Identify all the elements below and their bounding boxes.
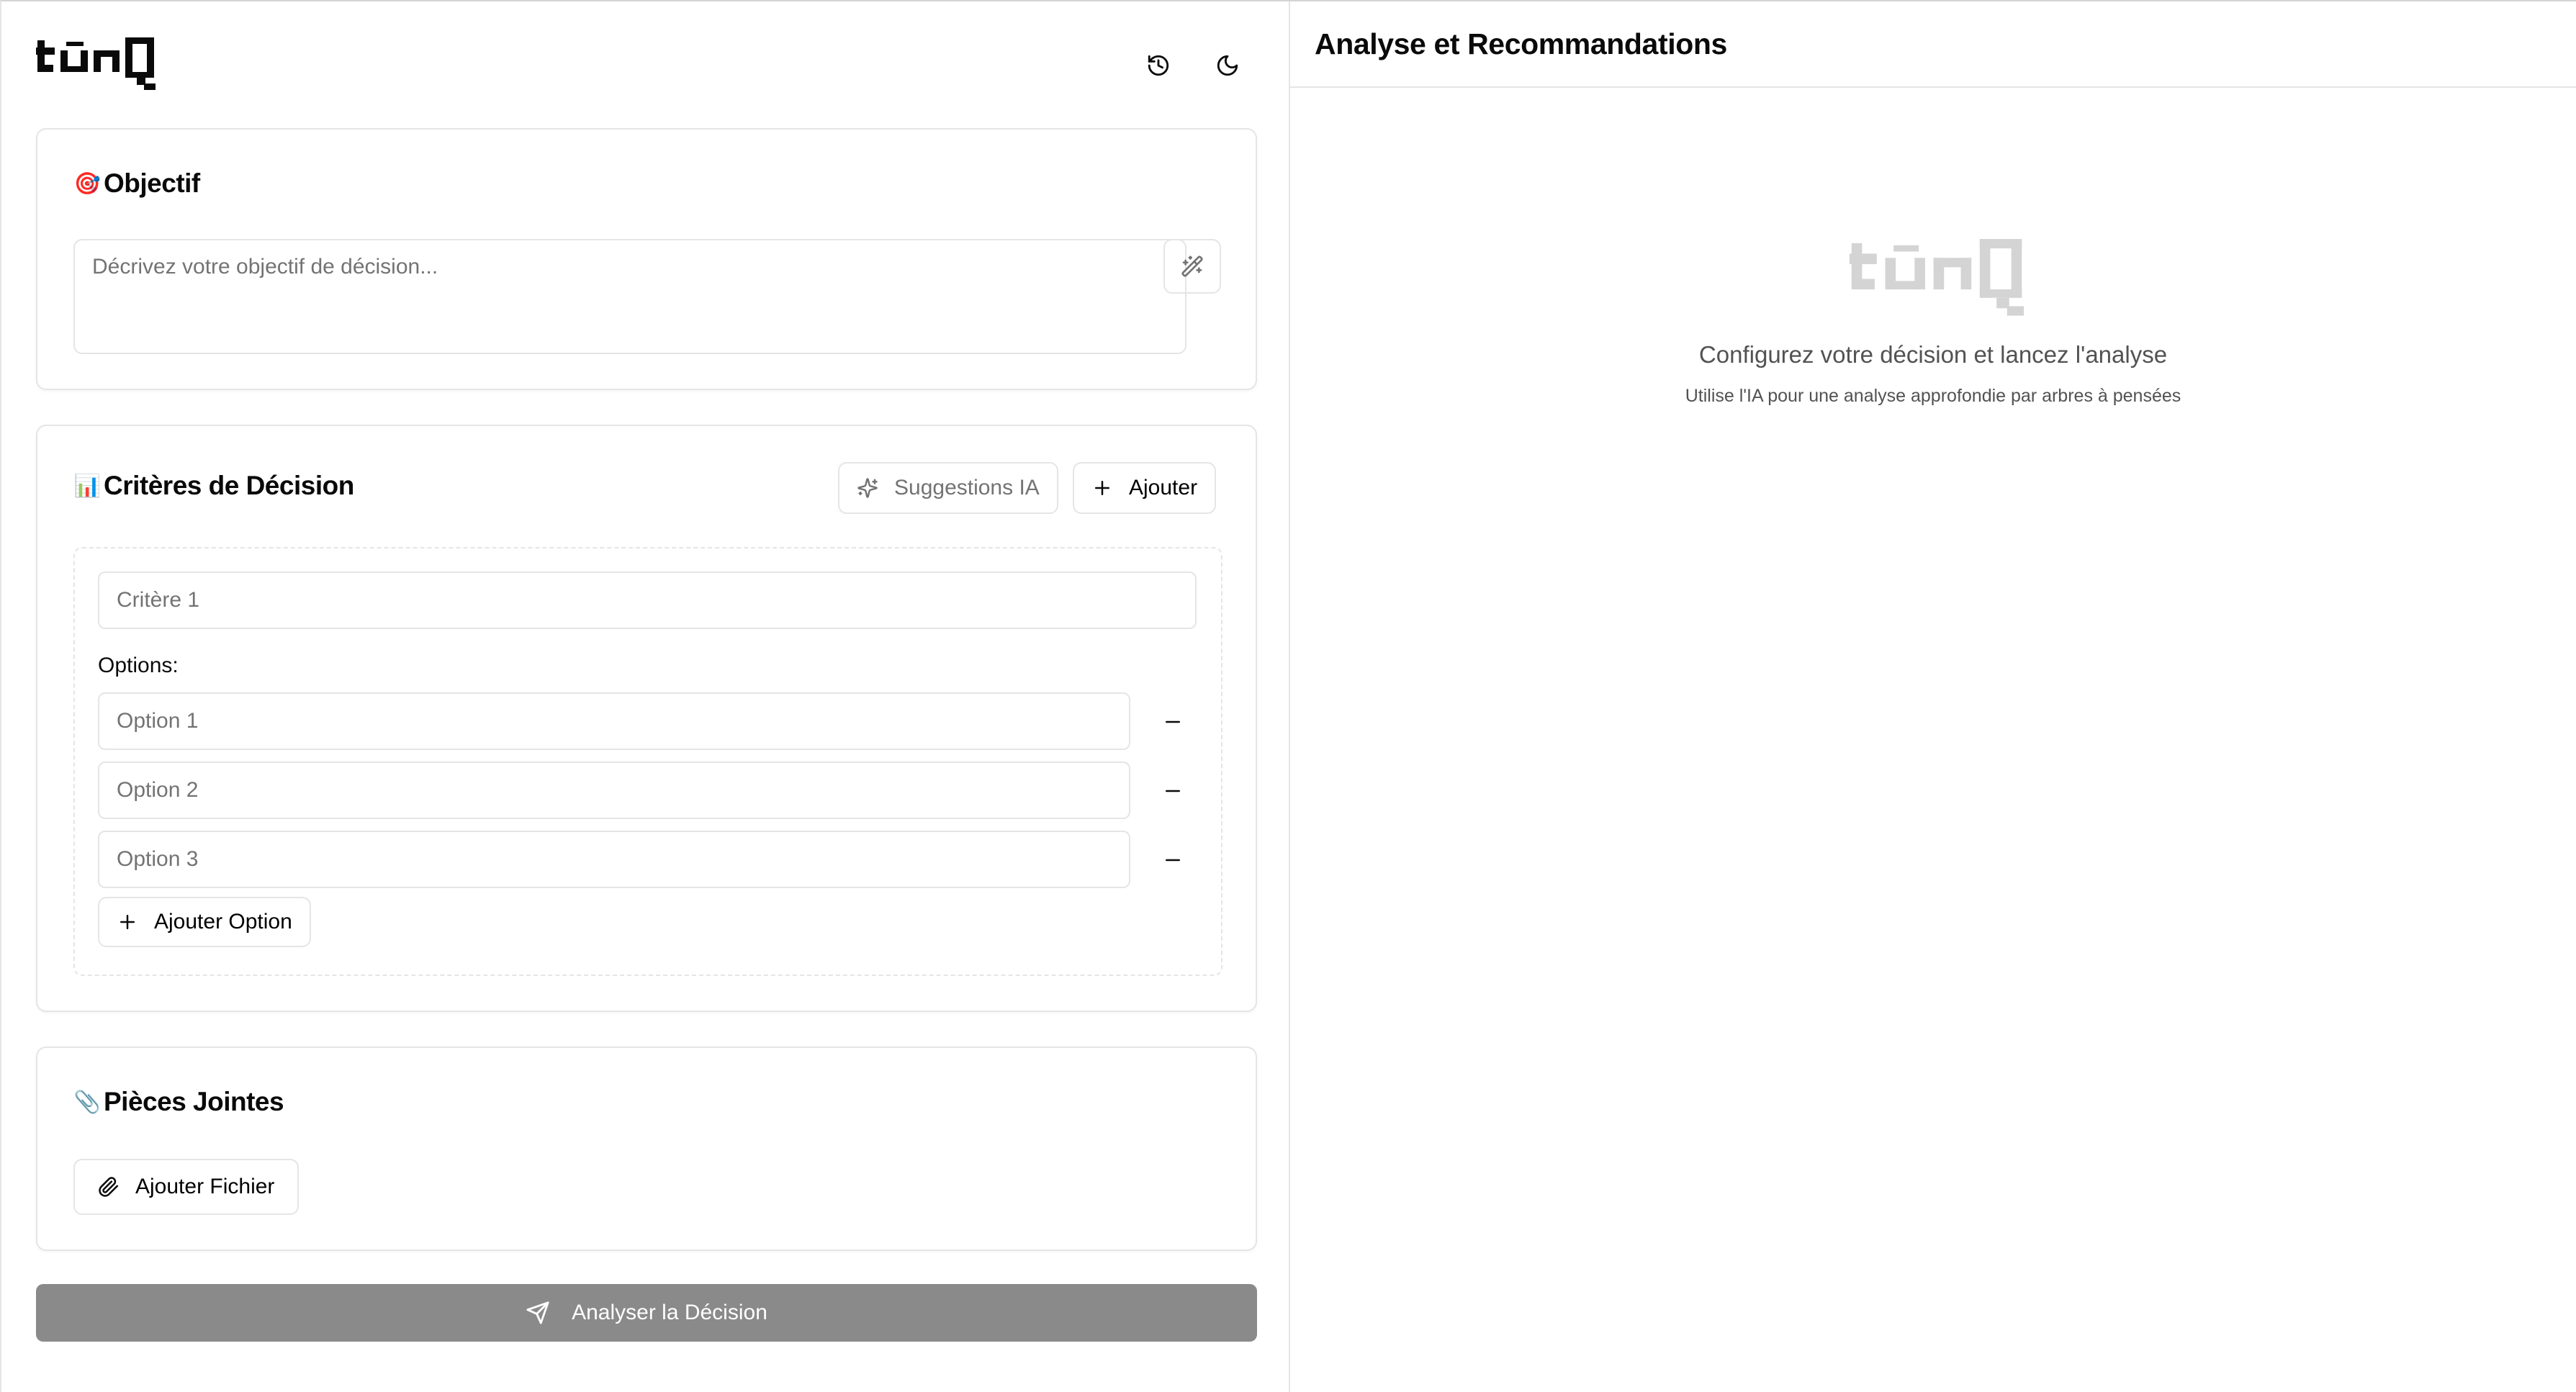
add-option-button[interactable]: Ajouter Option [98, 897, 311, 947]
moon-icon [1217, 55, 1238, 76]
analysis-header: Analyse et Recommandations [1290, 1, 2576, 88]
objective-textarea[interactable] [73, 239, 1186, 354]
tunq-logo [36, 37, 156, 90]
minus-icon [1166, 720, 1180, 723]
criteria-title: 📊 Critères de Décision [73, 471, 355, 501]
minus-icon [1166, 790, 1180, 792]
paperclip-emoji-icon: 📎 [73, 1090, 101, 1114]
empty-state-subtitle: Utilise l'IA pour une analyse approfondi… [1685, 386, 2181, 406]
empty-state-title: Configurez votre décision et lancez l'an… [1698, 341, 2168, 368]
criterion-block: Options: Ajouter Option [73, 547, 1222, 976]
criterion-name-input[interactable] [98, 571, 1197, 629]
analysis-panel: Analyse et Recommandations Configurez vo… [1290, 1, 2576, 1392]
remove-option-3-button[interactable] [1148, 835, 1198, 885]
app-root: 🎯 Objectif 📊 Critères de Décision [0, 0, 2576, 1392]
option-input-2[interactable] [98, 761, 1130, 819]
add-criterion-label: Ajouter [1129, 476, 1198, 500]
bar-chart-icon: 📊 [73, 474, 101, 498]
sparkles-icon [857, 478, 878, 498]
ai-suggestions-label: Suggestions IA [894, 476, 1040, 500]
attachments-title-text: Pièces Jointes [104, 1087, 284, 1116]
criteria-card: 📊 Critères de Décision Suggestions IA Aj… [36, 425, 1257, 1012]
theme-toggle-button[interactable] [1201, 39, 1254, 92]
option-input-1[interactable] [98, 692, 1130, 750]
options-label: Options: [98, 654, 179, 677]
paperclip-icon [99, 1177, 119, 1197]
history-icon [1148, 55, 1169, 76]
history-button[interactable] [1132, 39, 1185, 92]
plus-icon [1095, 481, 1109, 495]
objective-card: 🎯 Objectif [36, 128, 1257, 390]
minus-icon [1166, 859, 1180, 862]
target-icon: 🎯 [73, 171, 101, 196]
add-file-button[interactable]: Ajouter Fichier [73, 1159, 300, 1215]
criteria-title-text: Critères de Décision [104, 471, 354, 500]
option-input-3[interactable] [98, 831, 1130, 888]
attachments-card: 📎 Pièces Jointes Ajouter Fichier [36, 1047, 1257, 1251]
attachments-title: 📎 Pièces Jointes [73, 1087, 284, 1117]
remove-option-1-button[interactable] [1148, 697, 1198, 747]
send-icon [526, 1301, 549, 1324]
remove-option-2-button[interactable] [1148, 766, 1198, 816]
tunq-logo-muted [1849, 239, 2025, 316]
analysis-title: Analyse et Recommandations [1315, 27, 1727, 60]
objective-title-text: Objectif [104, 168, 200, 198]
ai-improve-objective-button[interactable] [1163, 239, 1221, 294]
analyze-decision-label: Analyser la Décision [572, 1301, 767, 1324]
wand-sparkles-icon [1181, 256, 1203, 277]
add-criterion-button[interactable]: Ajouter [1073, 462, 1217, 514]
objective-title: 🎯 Objectif [73, 168, 201, 199]
add-file-label: Ajouter Fichier [135, 1175, 275, 1198]
plus-icon [120, 915, 135, 929]
add-option-label: Ajouter Option [154, 910, 292, 934]
ai-suggestions-button[interactable]: Suggestions IA [838, 462, 1058, 514]
analyze-decision-button[interactable]: Analyser la Décision [36, 1284, 1257, 1342]
decision-config-panel: 🎯 Objectif 📊 Critères de Décision [1, 1, 1290, 1392]
